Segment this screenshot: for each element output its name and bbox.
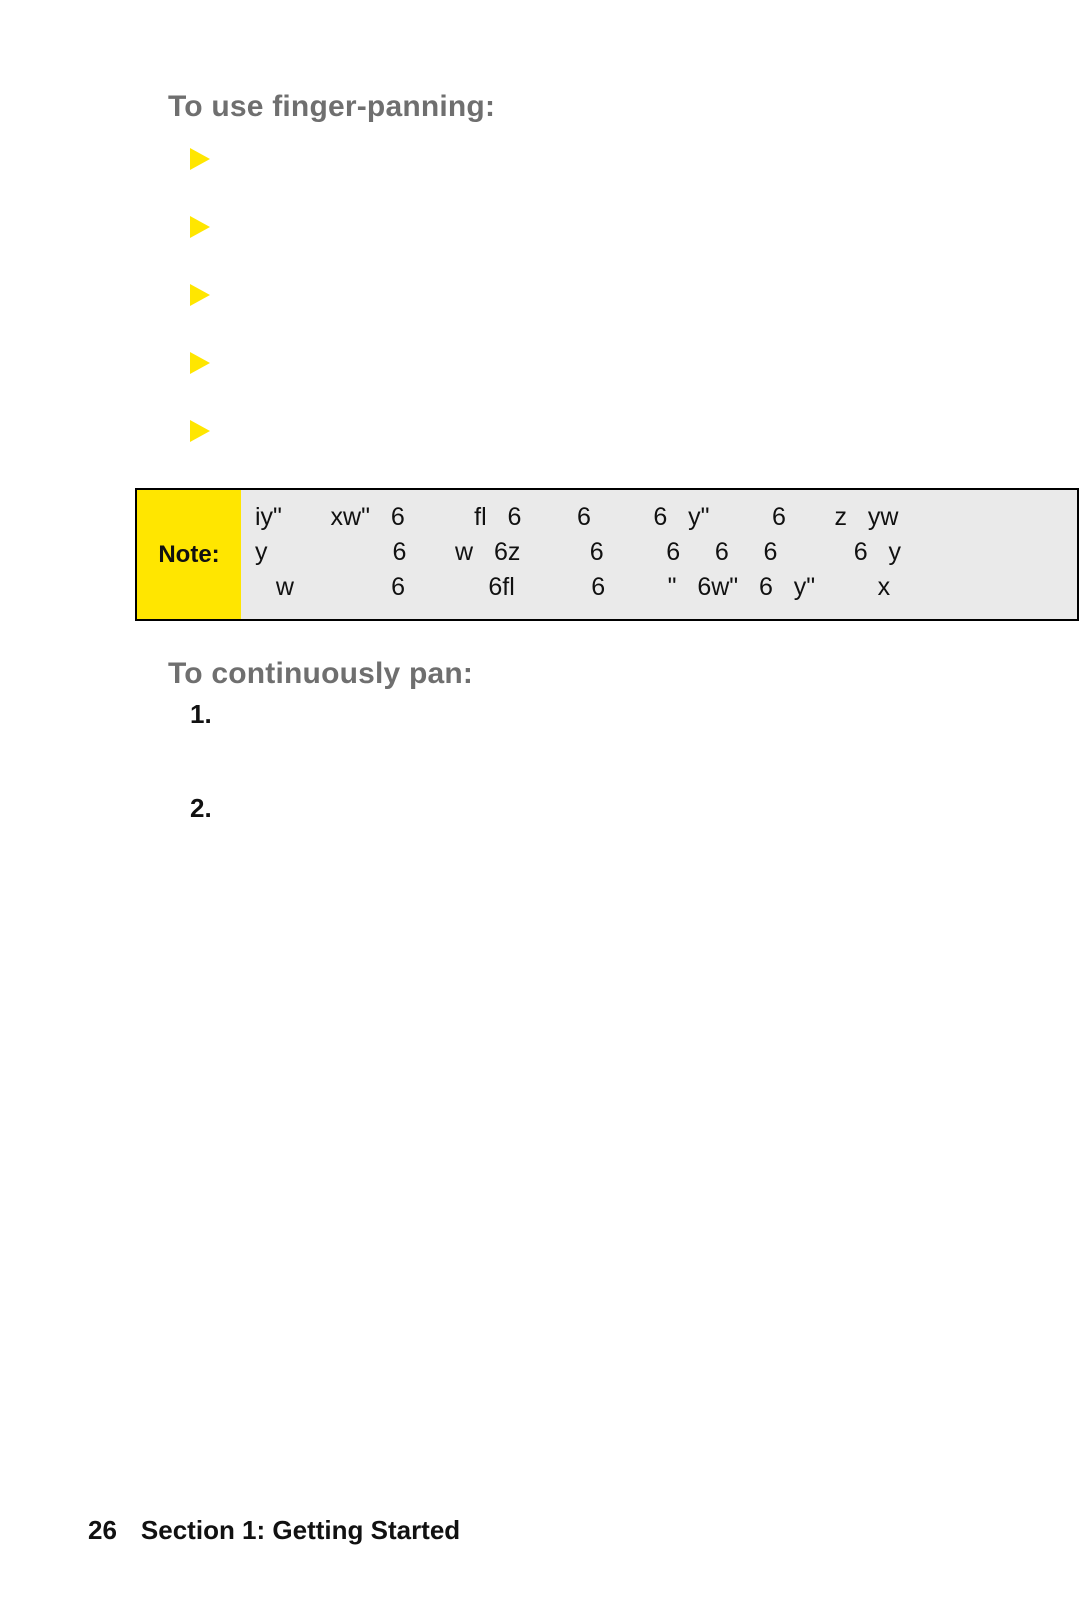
triangle-bullet-icon xyxy=(190,352,210,374)
step-number: 1. xyxy=(190,699,226,793)
heading-continuously-pan: To continuously pan: xyxy=(168,657,1080,691)
bullet-list xyxy=(190,142,1080,482)
note-line: iy" xw" 6 fl 6 6 6 y" 6 z yw xyxy=(255,500,1063,535)
bullet-item xyxy=(190,346,1080,414)
note-line: w 6 6fl 6 " 6w" 6 y" x xyxy=(255,570,1063,605)
numbered-list: 1. 2. xyxy=(190,699,1080,887)
bullet-item xyxy=(190,142,1080,210)
document-page: To use finger-panning: Note: iy" xw" 6 f… xyxy=(0,0,1080,1598)
bullet-item xyxy=(190,210,1080,278)
note-label: Note: xyxy=(137,490,241,619)
triangle-bullet-icon xyxy=(190,148,210,170)
page-number: 26 xyxy=(88,1515,117,1546)
section-title: Section 1: Getting Started xyxy=(141,1515,460,1546)
triangle-bullet-icon xyxy=(190,284,210,306)
bullet-item xyxy=(190,414,1080,482)
triangle-bullet-icon xyxy=(190,420,210,442)
page-footer: 26 Section 1: Getting Started xyxy=(88,1515,460,1546)
note-callout: Note: iy" xw" 6 fl 6 6 6 y" 6 z yw y 6 w… xyxy=(135,488,1079,621)
note-body: iy" xw" 6 fl 6 6 6 y" 6 z yw y 6 w 6z 6 … xyxy=(241,490,1077,619)
step-number: 2. xyxy=(190,793,226,887)
triangle-bullet-icon xyxy=(190,216,210,238)
numbered-item: 2. xyxy=(190,793,1080,887)
bullet-item xyxy=(190,278,1080,346)
heading-finger-panning: To use finger-panning: xyxy=(168,90,1080,124)
note-line: y 6 w 6z 6 6 6 6 6 y xyxy=(255,535,1063,570)
numbered-item: 1. xyxy=(190,699,1080,793)
